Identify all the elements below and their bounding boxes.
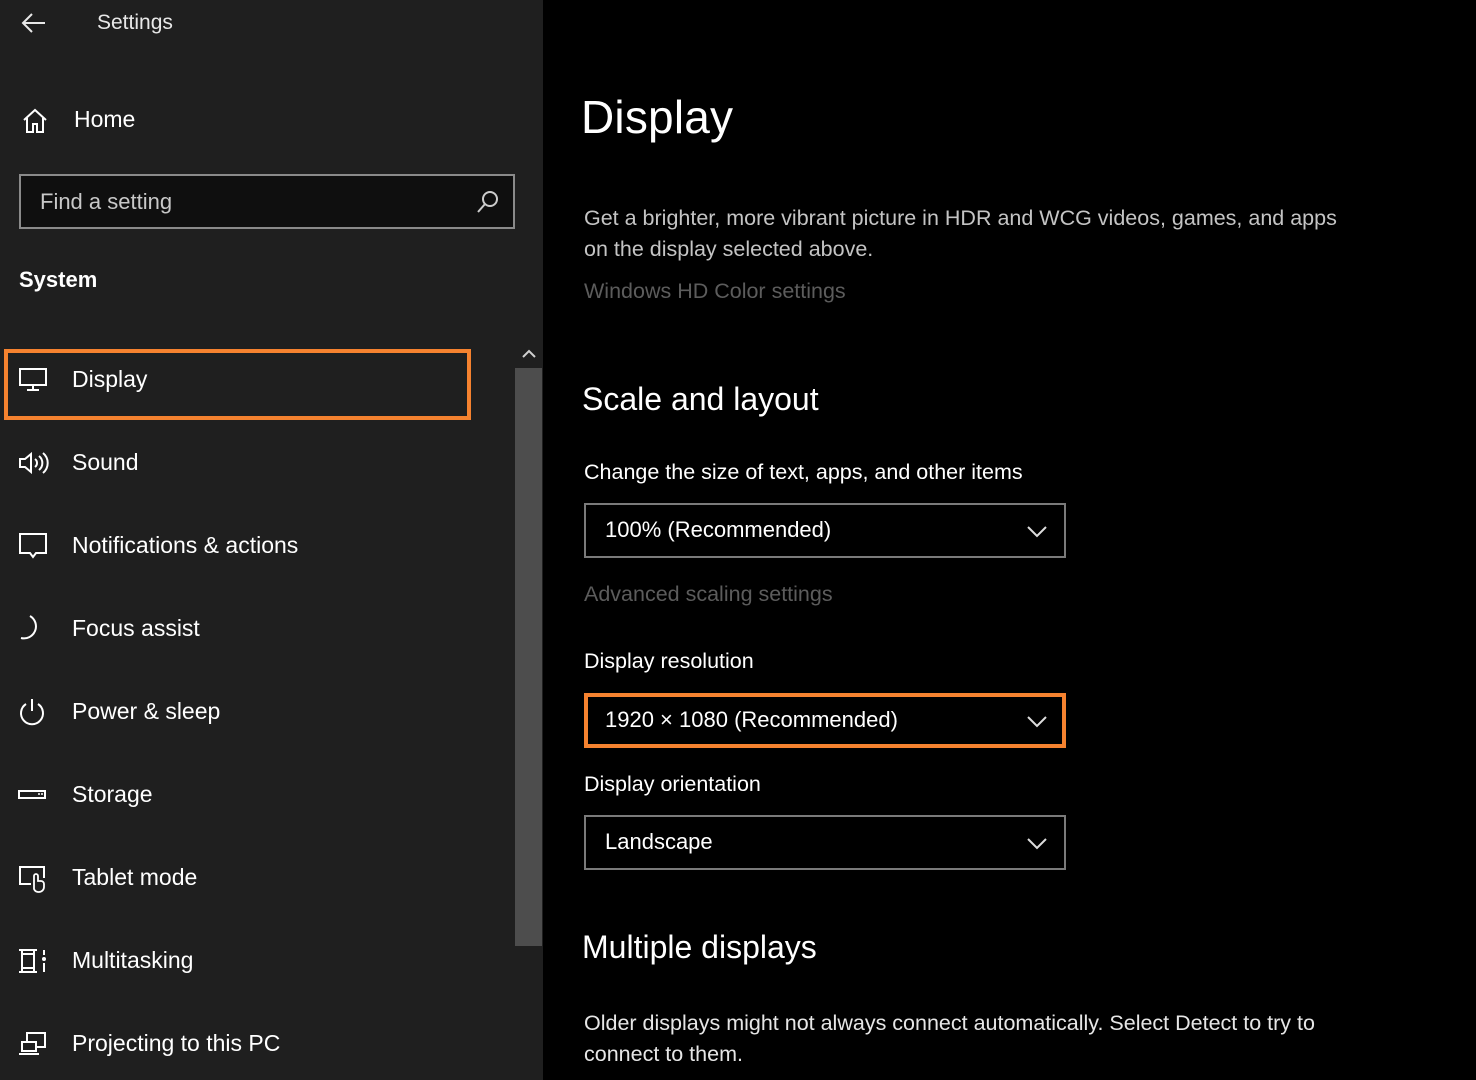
title-bar: Settings (0, 0, 543, 48)
sidebar-scrollbar[interactable] (514, 342, 543, 1080)
multitask-icon (19, 949, 46, 973)
orientation-value: Landscape (605, 829, 713, 854)
chevron-down-icon (1027, 716, 1047, 728)
hdr-description: Get a brighter, more vibrant picture in … (584, 206, 1337, 261)
advanced-scaling-link[interactable]: Advanced scaling settings (584, 582, 833, 607)
orientation-label: Display orientation (584, 772, 761, 796)
chevron-down-icon (1027, 526, 1047, 538)
drive-icon (18, 790, 46, 799)
resolution-label: Display resolution (584, 649, 754, 673)
scale-label: Change the size of text, apps, and other… (584, 460, 1023, 484)
scroll-up-button[interactable] (514, 342, 543, 366)
search-input[interactable] (21, 176, 513, 227)
sidebar-item-power-sleep[interactable]: Power & sleep (0, 674, 510, 750)
chevron-up-icon (521, 349, 536, 358)
power-icon (20, 699, 44, 726)
sidebar-item-projecting[interactable]: Projecting to this PC (0, 1006, 510, 1080)
sidebar-item-storage[interactable]: Storage (0, 757, 510, 833)
app-title: Settings (97, 11, 173, 34)
sidebar-item-label: Sound (72, 449, 139, 475)
sidebar-item-label: Storage (72, 781, 153, 807)
sidebar-item-label: Notifications & actions (72, 532, 299, 558)
speaker-icon (19, 451, 49, 475)
scroll-thumb[interactable] (515, 368, 542, 946)
sidebar-item-label: Tablet mode (72, 864, 198, 890)
search-icon[interactable] (475, 189, 501, 215)
sidebar-item-tablet-mode[interactable]: Tablet mode (0, 840, 510, 916)
home-icon (23, 108, 47, 133)
main-content: Display Get a brighter, more vibrant pic… (543, 0, 1476, 1080)
search-box (19, 174, 515, 229)
moon-icon (20, 615, 37, 640)
arrow-left-icon (21, 13, 45, 33)
multiple-displays-description: Older displays might not always connect … (584, 1011, 1315, 1066)
resolution-value: 1920 × 1080 (Recommended) (605, 707, 898, 732)
sidebar: Settings Home System Display Sound Notif… (0, 0, 543, 1080)
sidebar-item-sound[interactable]: Sound (0, 425, 510, 501)
page-title: Display (581, 91, 734, 143)
monitor-icon (19, 368, 47, 391)
sidebar-item-label: Power & sleep (72, 698, 221, 724)
sidebar-item-focus-assist[interactable]: Focus assist (0, 591, 510, 667)
hd-color-settings-link[interactable]: Windows HD Color settings (584, 279, 846, 304)
sidebar-item-label: Multitasking (72, 947, 194, 973)
multiple-displays-heading: Multiple displays (582, 929, 817, 965)
sidebar-item-label: Projecting to this PC (72, 1030, 281, 1056)
sidebar-item-multitasking[interactable]: Multitasking (0, 923, 510, 999)
sidebar-item-notifications[interactable]: Notifications & actions (0, 508, 510, 584)
home-label: Home (74, 106, 136, 132)
home-link[interactable]: Home (0, 98, 510, 144)
sidebar-item-label: Display (72, 366, 148, 392)
orientation-dropdown[interactable]: Landscape (584, 815, 1066, 870)
chevron-down-icon (1027, 838, 1047, 850)
sidebar-item-display[interactable]: Display (0, 342, 510, 420)
section-label-system: System (19, 267, 98, 292)
scale-value: 100% (Recommended) (605, 517, 832, 542)
project-icon (19, 1032, 46, 1055)
tablet-touch-icon (19, 866, 45, 893)
sidebar-item-label: Focus assist (72, 615, 200, 641)
back-button[interactable] (18, 8, 50, 38)
message-icon (19, 533, 47, 559)
resolution-dropdown[interactable]: 1920 × 1080 (Recommended) (584, 693, 1066, 748)
scale-layout-heading: Scale and layout (582, 381, 819, 417)
scale-dropdown[interactable]: 100% (Recommended) (584, 503, 1066, 558)
